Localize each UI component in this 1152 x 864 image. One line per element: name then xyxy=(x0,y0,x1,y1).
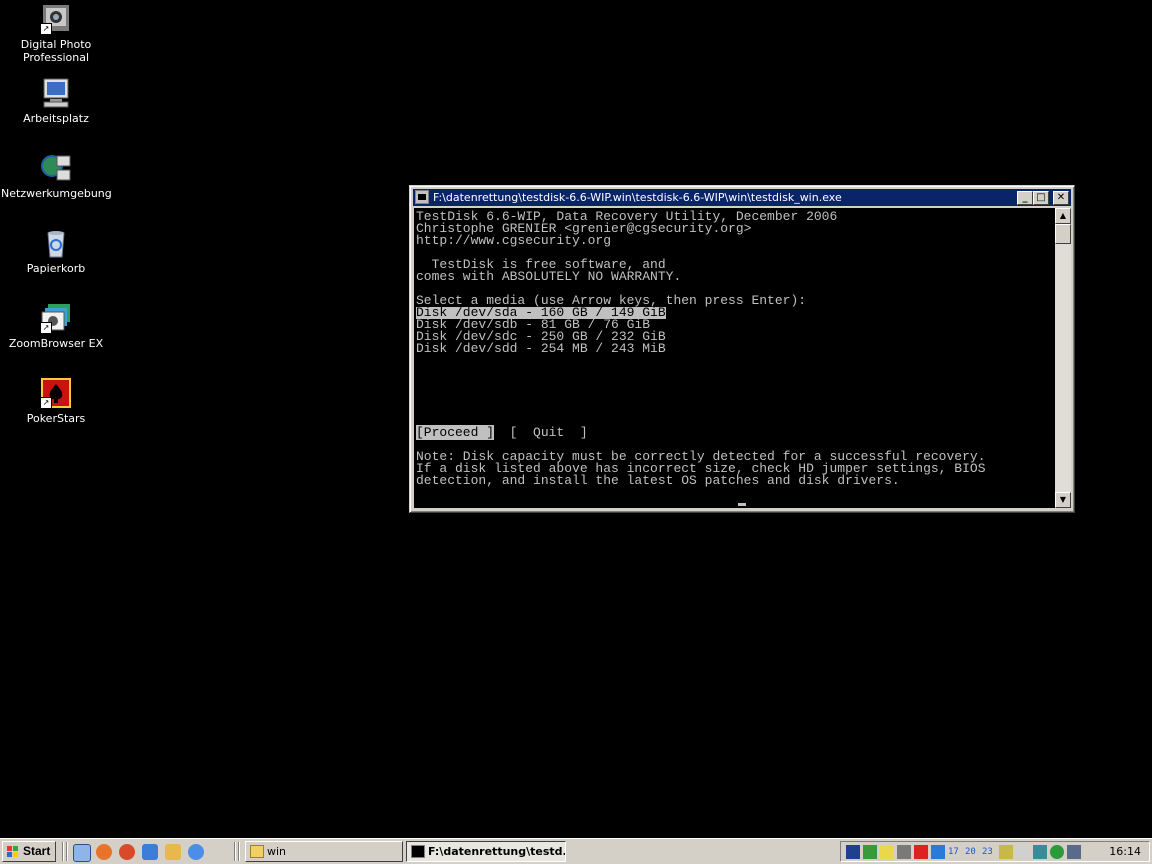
drive-icon[interactable] xyxy=(897,845,911,859)
proceed-button[interactable]: [Proceed ] xyxy=(416,425,495,440)
website-line: http://www.cgsecurity.org xyxy=(416,233,612,248)
desktop-icon-label: Netzwerkumgebung xyxy=(1,187,112,200)
window-titlebar[interactable]: F:\datenrettung\testdisk-6.6-WIP.win\tes… xyxy=(413,189,1071,206)
search-icon[interactable] xyxy=(1016,845,1030,859)
network-places-icon xyxy=(40,152,72,184)
window-title: F:\datenrettung\testdisk-6.6-WIP.win\tes… xyxy=(433,191,842,204)
desktop-icon-digital-photo-professional[interactable]: ↗ Digital Photo Professional xyxy=(1,3,111,64)
console-app-icon xyxy=(411,845,425,858)
scrollbar-thumb[interactable] xyxy=(1055,224,1071,244)
app-tray-icon[interactable] xyxy=(1067,845,1081,859)
start-label: Start xyxy=(23,844,51,858)
desktop-icon-label: ZoomBrowser EX xyxy=(8,337,104,350)
desktop-icon-label: PokerStars xyxy=(26,412,86,425)
volume-icon[interactable] xyxy=(880,845,894,859)
taskbar-separator xyxy=(238,842,240,861)
zoombrowser-icon: ↗ xyxy=(40,302,72,334)
close-button[interactable]: ✕ xyxy=(1053,191,1069,205)
firefox-icon[interactable] xyxy=(96,844,112,860)
desktop-icon-label: Arbeitsplatz xyxy=(23,112,89,125)
pokerstars-icon: ↗ xyxy=(40,377,72,409)
system-tray: 17 20 23 16:14 xyxy=(840,841,1150,862)
minimize-button[interactable]: _ xyxy=(1017,191,1033,205)
console-app-icon xyxy=(415,190,429,204)
monitor-icon[interactable] xyxy=(931,845,945,859)
desktop-icon-label: Papierkorb xyxy=(26,262,86,275)
task-button-win[interactable]: win xyxy=(245,841,403,862)
taskbar-separator xyxy=(66,842,68,861)
update-icon[interactable] xyxy=(1050,845,1064,859)
browser-icon[interactable] xyxy=(119,844,135,860)
meter-17-icon[interactable]: 17 xyxy=(948,845,962,859)
vertical-scrollbar[interactable]: ▲ ▼ xyxy=(1055,208,1071,508)
meter-20-icon[interactable]: 20 xyxy=(965,845,979,859)
acrobat-icon[interactable] xyxy=(914,845,928,859)
taskbar: Start win F:\datenrettung\testd... 17 20… xyxy=(0,838,1152,864)
desktop-icon-netzwerkumgebung[interactable]: Netzwerkumgebung xyxy=(1,152,112,200)
folder-search-icon xyxy=(250,845,264,858)
card-reader-icon[interactable] xyxy=(999,845,1013,859)
taskbar-separator xyxy=(62,842,64,861)
console-output[interactable]: TestDisk 6.6-WIP, Data Recovery Utility,… xyxy=(414,208,1055,508)
my-computer-icon xyxy=(40,77,72,109)
warranty-line: comes with ABSOLUTELY NO WARRANTY. xyxy=(416,269,682,284)
network-share-icon[interactable] xyxy=(142,844,158,860)
desktop-icon-arbeitsplatz[interactable]: Arbeitsplatz xyxy=(1,77,111,125)
sync-icon[interactable] xyxy=(188,844,204,860)
start-button[interactable]: Start xyxy=(2,841,56,862)
shield-icon[interactable] xyxy=(846,845,860,859)
quit-button[interactable]: [ Quit ] xyxy=(510,425,588,440)
meter-23-icon[interactable]: 23 xyxy=(982,845,996,859)
note-line-3: detection, and install the latest OS pat… xyxy=(416,473,900,488)
scroll-up-button[interactable]: ▲ xyxy=(1055,208,1071,224)
task-label: F:\datenrettung\testd... xyxy=(428,845,566,858)
taskbar-separator xyxy=(234,842,236,861)
network-icon[interactable] xyxy=(863,845,877,859)
digital-photo-professional-icon: ↗ xyxy=(40,3,72,35)
task-button-testdisk[interactable]: F:\datenrettung\testd... xyxy=(406,841,566,862)
console-window[interactable]: F:\datenrettung\testdisk-6.6-WIP.win\tes… xyxy=(409,185,1075,513)
sync-tray-icon[interactable] xyxy=(1033,845,1047,859)
recycle-bin-icon xyxy=(40,227,72,259)
menu-row: [Proceed ] [ Quit ] xyxy=(416,425,588,440)
task-label: win xyxy=(267,845,287,858)
disk-option-sdd[interactable]: Disk /dev/sdd - 254 MB / 243 MiB xyxy=(416,342,666,355)
maximize-button[interactable]: □ xyxy=(1033,191,1049,205)
clock[interactable]: 16:14 xyxy=(1109,842,1141,861)
windows-logo-icon xyxy=(7,846,19,858)
desktop-icon-label: Digital Photo Professional xyxy=(20,38,92,64)
desktop-icon-pokerstars[interactable]: ↗ PokerStars xyxy=(1,377,111,425)
text-cursor xyxy=(738,503,746,506)
tools-icon[interactable] xyxy=(165,844,181,860)
show-desktop-icon[interactable] xyxy=(73,844,91,862)
desktop-icon-papierkorb[interactable]: Papierkorb xyxy=(1,227,111,275)
desktop-icon-zoombrowser[interactable]: ↗ ZoomBrowser EX xyxy=(1,302,111,350)
scroll-down-button[interactable]: ▼ xyxy=(1055,492,1071,508)
